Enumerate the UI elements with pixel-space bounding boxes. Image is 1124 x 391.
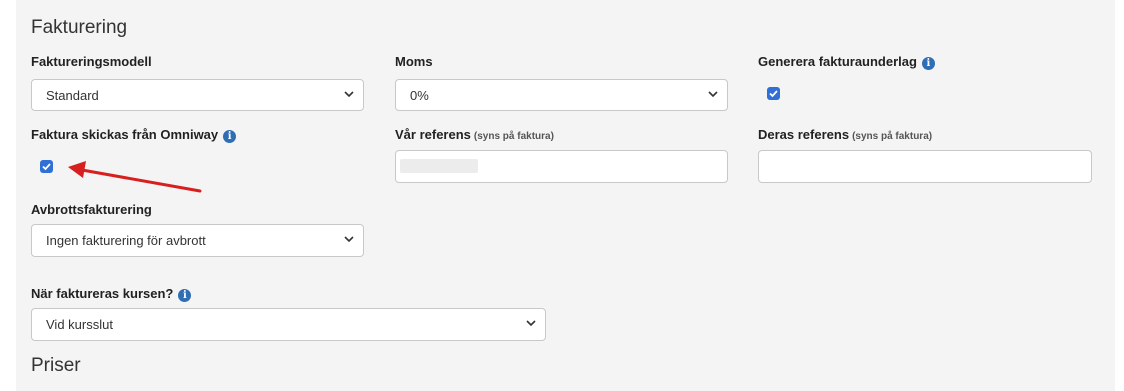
billing-model-value: Standard (46, 88, 99, 103)
our-reference-hint: (syns på faktura) (473, 131, 554, 142)
chevron-down-icon (526, 320, 536, 327)
check-icon (769, 90, 778, 98)
sent-from-omniway-label: Faktura skickas från Omniway i (31, 127, 237, 143)
vat-value: 0% (410, 88, 429, 103)
vat-label-text: Moms (395, 54, 433, 69)
cancellation-billing-label-text: Avbrottsfakturering (31, 202, 152, 217)
their-reference-hint: (syns på faktura) (852, 131, 933, 142)
our-reference-label: Vår referens (syns på faktura) (395, 127, 554, 142)
our-reference-input[interactable] (395, 150, 728, 183)
their-reference-label: Deras referens (syns på faktura) (758, 127, 932, 142)
billing-model-label: Faktureringsmodell (31, 54, 152, 69)
when-billed-label-text: När faktureras kursen? (31, 286, 174, 301)
prices-section-title: Priser (31, 355, 81, 376)
when-billed-select[interactable]: Vid kursslut (31, 308, 546, 341)
sent-from-omniway-checkbox[interactable] (40, 160, 53, 173)
redacted-value (400, 159, 478, 173)
generate-basis-label-text: Generera fakturaunderlag (758, 54, 917, 69)
cancellation-billing-select[interactable]: Ingen fakturering för avbrott (31, 224, 364, 257)
generate-basis-label: Generera fakturaunderlag i (758, 54, 935, 70)
cancellation-billing-label: Avbrottsfakturering (31, 202, 152, 217)
chevron-down-icon (344, 91, 354, 98)
our-reference-label-text: Vår referens (395, 127, 471, 142)
annotation-arrow (68, 161, 202, 193)
their-reference-input[interactable] (758, 150, 1092, 183)
info-icon[interactable]: i (223, 130, 237, 143)
generate-basis-checkbox[interactable] (767, 87, 780, 100)
billing-section-title: Fakturering (31, 17, 128, 38)
chevron-down-icon (708, 91, 718, 98)
when-billed-value: Vid kursslut (46, 317, 113, 332)
chevron-down-icon (344, 236, 354, 243)
when-billed-label: När faktureras kursen? i (31, 286, 192, 302)
vat-label: Moms (395, 54, 433, 69)
billing-model-label-text: Faktureringsmodell (31, 54, 152, 69)
cancellation-billing-value: Ingen fakturering för avbrott (46, 233, 206, 248)
info-icon[interactable]: i (921, 57, 935, 70)
check-icon (42, 163, 51, 171)
info-icon[interactable]: i (178, 289, 192, 302)
their-reference-label-text: Deras referens (758, 127, 850, 142)
sent-from-omniway-label-text: Faktura skickas från Omniway (31, 127, 219, 142)
billing-model-select[interactable]: Standard (31, 79, 364, 111)
vat-select[interactable]: 0% (395, 79, 728, 111)
